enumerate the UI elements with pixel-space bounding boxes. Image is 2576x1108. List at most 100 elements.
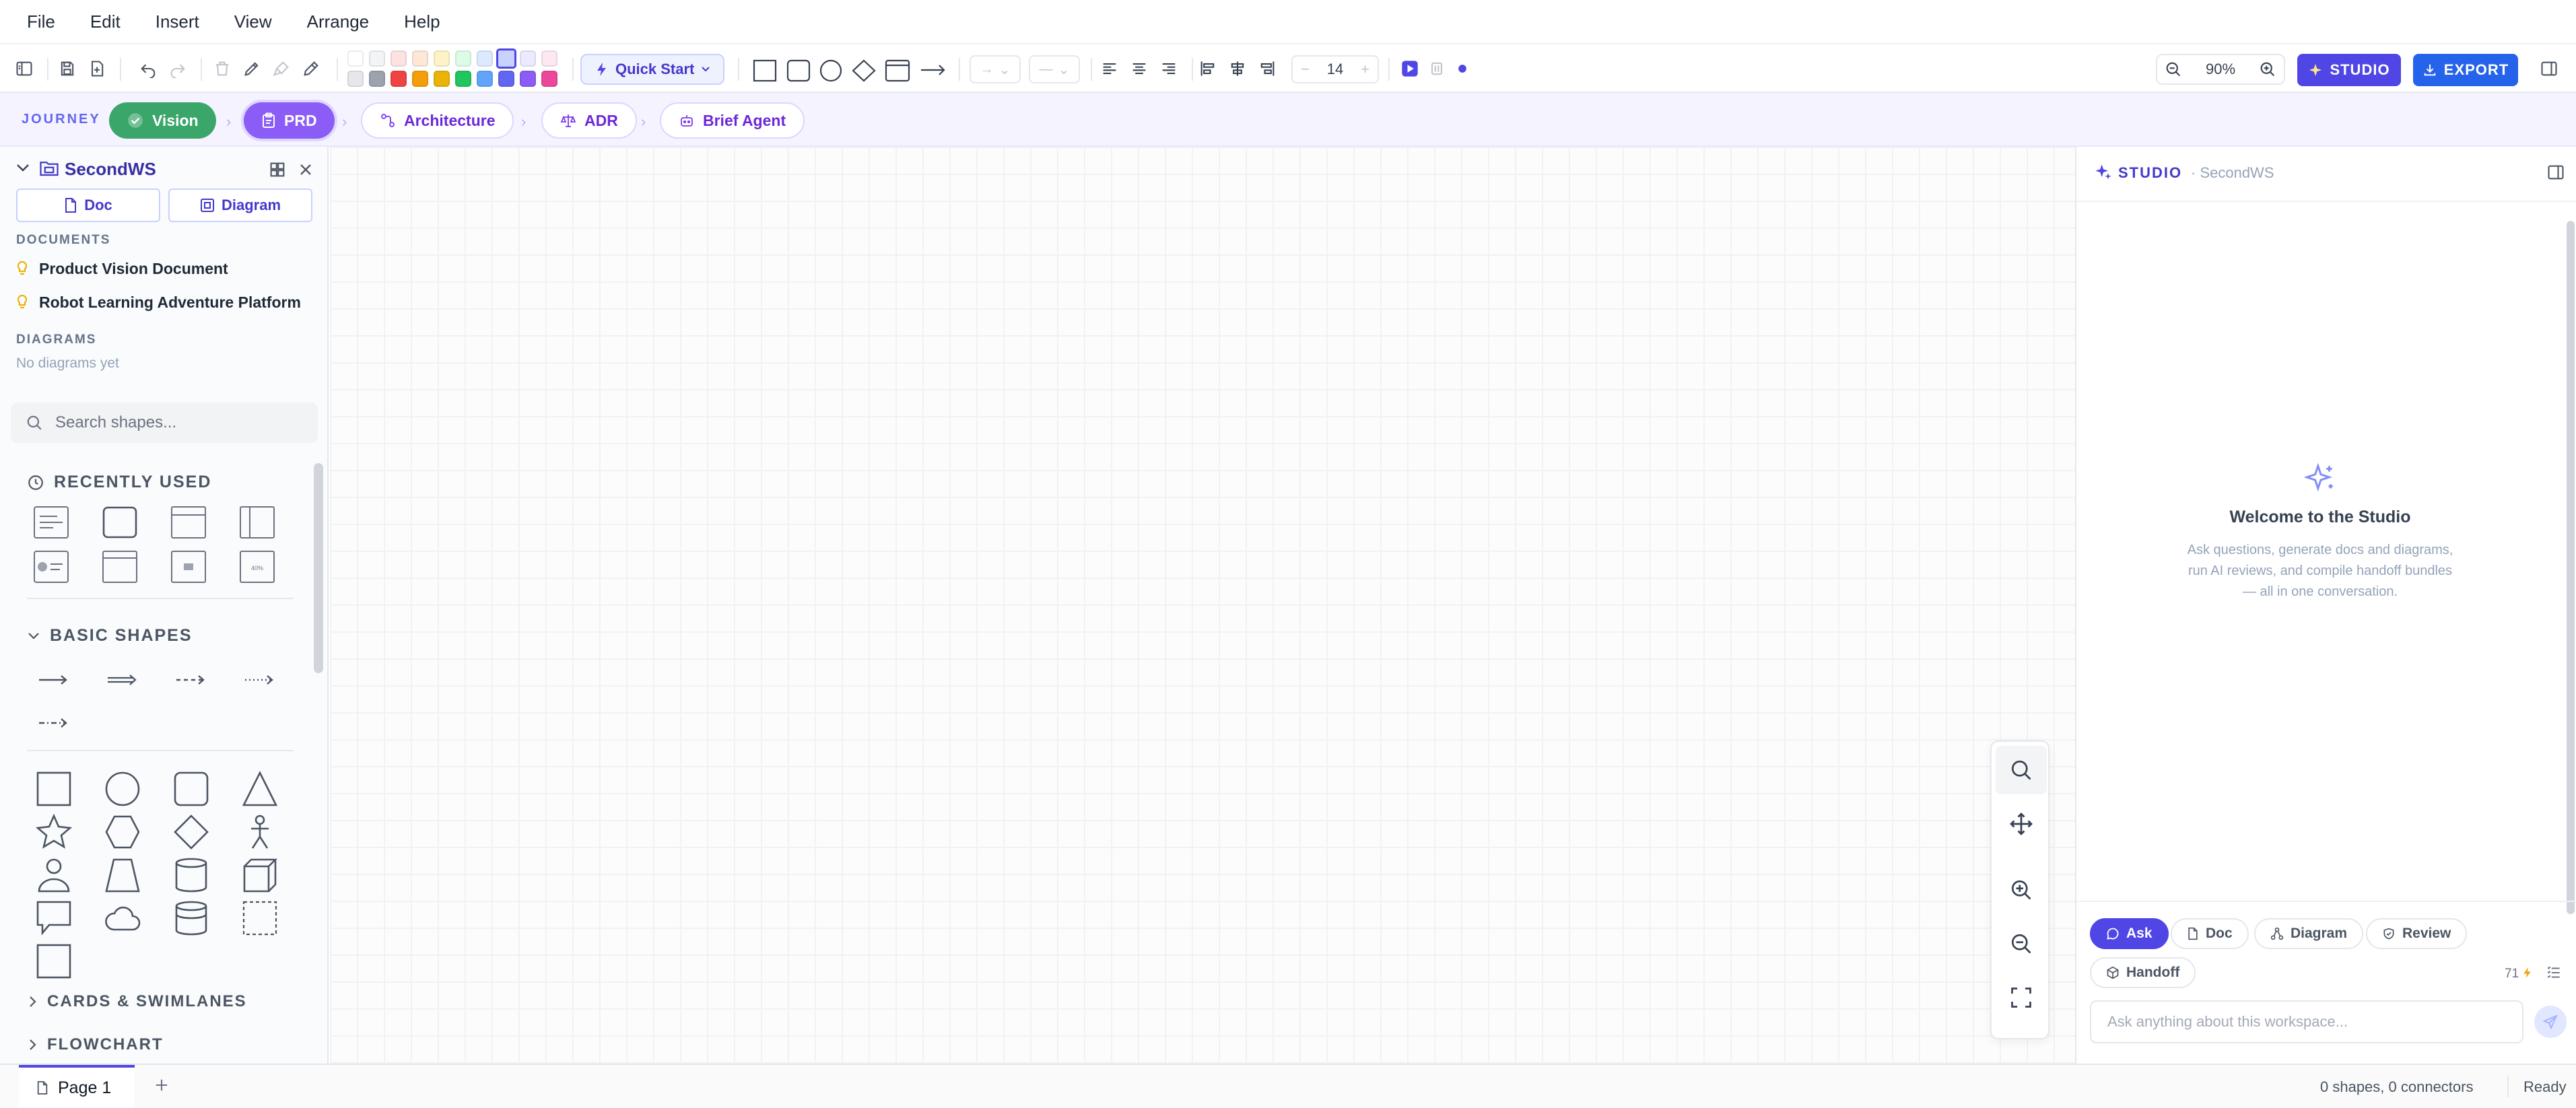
color-swatch[interactable] <box>434 50 450 67</box>
list-settings-icon[interactable] <box>2545 964 2563 981</box>
dashed-arrow-icon[interactable] <box>158 658 225 701</box>
color-swatch[interactable] <box>369 50 385 67</box>
fit-screen-icon[interactable] <box>1996 973 2047 1022</box>
align-right-icon[interactable] <box>1154 54 1184 83</box>
color-swatch[interactable] <box>412 50 428 67</box>
sidebar-scrollbar[interactable] <box>314 463 323 673</box>
studio-scrollbar[interactable] <box>2567 221 2575 914</box>
diagram-canvas[interactable] <box>330 147 2075 1064</box>
document-item[interactable]: Robot Learning Adventure Platform <box>16 293 301 312</box>
shape-button-box-icon[interactable] <box>155 545 222 588</box>
zoom-level[interactable]: 90% <box>2206 61 2235 78</box>
mode-review-button[interactable]: Review <box>2366 918 2468 949</box>
grid-view-icon[interactable] <box>268 160 287 179</box>
zoom-in-icon[interactable] <box>2258 60 2277 79</box>
collapse-panel-icon[interactable] <box>2546 163 2565 182</box>
recently-used-header[interactable]: RECENTLY USED <box>27 473 211 492</box>
quick-start-button[interactable]: Quick Start <box>580 54 724 85</box>
panel-toggle-icon[interactable] <box>2534 54 2564 83</box>
person-shape-icon[interactable] <box>20 854 88 897</box>
pen-tool-icon[interactable] <box>237 54 267 83</box>
align-objects-right-icon[interactable] <box>1252 54 1282 83</box>
cloud-shape-icon[interactable] <box>89 897 156 940</box>
rectangle-tool-icon[interactable] <box>753 59 777 82</box>
undo-icon[interactable] <box>133 54 163 83</box>
circle-shape-icon[interactable] <box>89 767 156 810</box>
hexagon-shape-icon[interactable] <box>89 810 156 854</box>
container-tool-icon[interactable] <box>885 59 910 82</box>
canvas-zoom-out-icon[interactable] <box>1996 920 2047 968</box>
shape-header-box-icon[interactable] <box>155 501 222 544</box>
pencil-icon[interactable] <box>296 54 326 83</box>
sidebar-toggle-icon[interactable] <box>9 54 39 83</box>
menu-insert[interactable]: Insert <box>156 11 199 32</box>
studio-chat-input[interactable]: Ask anything about this workspace... <box>2090 1000 2523 1043</box>
save-as-icon[interactable] <box>82 54 112 83</box>
shape-card-icon[interactable] <box>18 501 85 544</box>
minus-icon[interactable]: − <box>1301 61 1310 78</box>
shape-panel-icon[interactable] <box>86 545 154 588</box>
color-swatch[interactable] <box>496 48 516 69</box>
save-icon[interactable] <box>53 54 82 83</box>
trapezoid-shape-icon[interactable] <box>89 854 156 897</box>
color-swatch[interactable] <box>541 71 557 87</box>
color-swatch[interactable] <box>541 50 557 67</box>
align-objects-left-icon[interactable] <box>1193 54 1223 83</box>
studio-button[interactable]: STUDIO <box>2297 54 2401 86</box>
square-shape-icon[interactable] <box>20 767 88 810</box>
journey-step-adr[interactable]: ADR <box>541 102 637 139</box>
menu-edit[interactable]: Edit <box>90 11 121 32</box>
rounded-square-shape-icon[interactable] <box>158 767 225 810</box>
align-center-icon[interactable] <box>1124 54 1154 83</box>
format-painter-icon[interactable] <box>267 54 296 83</box>
delete-icon[interactable] <box>207 54 237 83</box>
color-swatch[interactable] <box>455 71 471 87</box>
color-swatch[interactable] <box>520 50 536 67</box>
triangle-shape-icon[interactable] <box>226 767 294 810</box>
mode-ask-button[interactable]: Ask <box>2090 918 2169 949</box>
journey-step-brief-agent[interactable]: Brief Agent <box>660 102 805 139</box>
actor-shape-icon[interactable] <box>226 810 294 854</box>
close-icon[interactable] <box>296 160 315 179</box>
mode-doc-button[interactable]: Doc <box>2171 918 2249 949</box>
journey-step-architecture[interactable]: Architecture <box>361 102 514 139</box>
color-swatch[interactable] <box>391 71 407 87</box>
send-button[interactable] <box>2534 1006 2567 1038</box>
font-size-stepper[interactable]: − 14 + <box>1291 55 1379 83</box>
workspace-title[interactable]: SecondWS <box>65 159 156 180</box>
add-page-icon[interactable] <box>152 1076 171 1095</box>
shape-progress-box-icon[interactable]: 40% <box>224 545 291 588</box>
menu-help[interactable]: Help <box>404 11 440 32</box>
color-swatch[interactable] <box>520 71 536 87</box>
redo-icon[interactable] <box>163 54 193 83</box>
star-shape-icon[interactable] <box>20 810 88 854</box>
color-swatch[interactable] <box>369 71 385 87</box>
shape-sidebar-box-icon[interactable] <box>224 501 291 544</box>
callout-shape-icon[interactable] <box>20 897 88 940</box>
journey-step-vision[interactable]: Vision <box>109 102 216 139</box>
align-objects-center-icon[interactable] <box>1223 54 1252 83</box>
color-swatch[interactable] <box>412 71 428 87</box>
double-arrow-icon[interactable] <box>89 658 156 701</box>
document-item[interactable]: Product Vision Document <box>16 260 228 278</box>
cards-swimlanes-header[interactable]: CARDS & SWIMLANES <box>27 992 247 1011</box>
menu-file[interactable]: File <box>27 11 55 32</box>
color-swatch[interactable] <box>477 50 493 67</box>
chevron-down-icon[interactable] <box>15 162 31 175</box>
play-icon[interactable] <box>1395 54 1425 83</box>
database-shape-icon[interactable] <box>158 897 225 940</box>
dotted-arrow-icon[interactable] <box>226 658 294 701</box>
dashed-box-shape-icon[interactable] <box>226 897 294 940</box>
canvas-zoom-in-icon[interactable] <box>1996 866 2047 914</box>
dash-dot-arrow-icon[interactable] <box>20 701 88 745</box>
canvas-search-icon[interactable] <box>1996 746 2047 794</box>
color-swatch[interactable] <box>347 50 364 67</box>
page-tab[interactable]: Page 1 <box>19 1065 135 1108</box>
mode-diagram-button[interactable]: Diagram <box>2254 918 2364 949</box>
color-swatch[interactable] <box>434 71 450 87</box>
rounded-rect-tool-icon[interactable] <box>786 59 811 82</box>
new-diagram-button[interactable]: Diagram <box>168 188 312 222</box>
diamond-tool-icon[interactable] <box>851 59 877 82</box>
color-swatch[interactable] <box>455 50 471 67</box>
zoom-out-icon[interactable] <box>2164 60 2183 79</box>
